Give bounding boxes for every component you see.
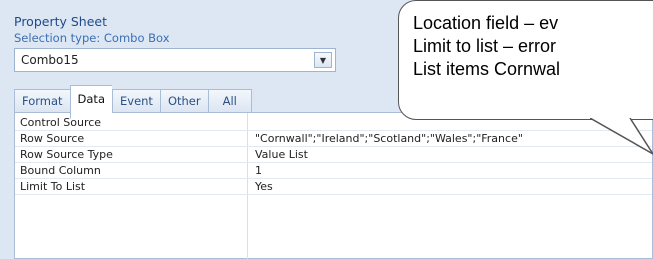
property-row-row-source[interactable]: Row Source "Cornwall";"Ireland";"Scotlan… [15, 131, 652, 147]
property-value[interactable]: Value List [255, 148, 308, 161]
callout-line-3: List items Cornwal [413, 59, 561, 79]
property-grid: Control Source Row Source "Cornwall";"Ir… [14, 112, 653, 259]
callout-line-1: Location field – ev [413, 13, 559, 33]
property-value[interactable]: 1 [255, 164, 262, 177]
chevron-down-icon: ▼ [319, 55, 327, 65]
property-row-row-source-type[interactable]: Row Source Type Value List [15, 147, 652, 163]
property-value[interactable]: "Cornwall";"Ireland";"Scotland";"Wales";… [255, 132, 523, 145]
tab-data[interactable]: Data [69, 85, 112, 119]
property-name: Row Source Type [20, 148, 113, 161]
annotation-callout: Location field – ev Limit to list – erro… [398, 0, 653, 120]
property-name: Limit To List [20, 180, 86, 193]
property-value[interactable]: Yes [255, 180, 273, 193]
callout-pointer [590, 118, 653, 155]
panel-title: Property Sheet [14, 14, 108, 29]
property-name: Bound Column [20, 164, 101, 177]
property-name: Row Source [20, 132, 85, 145]
object-selector-value: Combo15 [21, 53, 79, 67]
property-row-bound-column[interactable]: Bound Column 1 [15, 163, 652, 179]
object-selector-combo[interactable]: Combo15 ▼ [14, 48, 336, 72]
dropdown-arrow-button[interactable]: ▼ [314, 52, 332, 68]
callout-line-2: Limit to list – error [413, 36, 557, 56]
selection-type-label: Selection type: Combo Box [14, 31, 170, 45]
property-tabs: Format Data Event Other All [14, 85, 252, 119]
property-row-limit-to-list[interactable]: Limit To List Yes [15, 179, 652, 195]
